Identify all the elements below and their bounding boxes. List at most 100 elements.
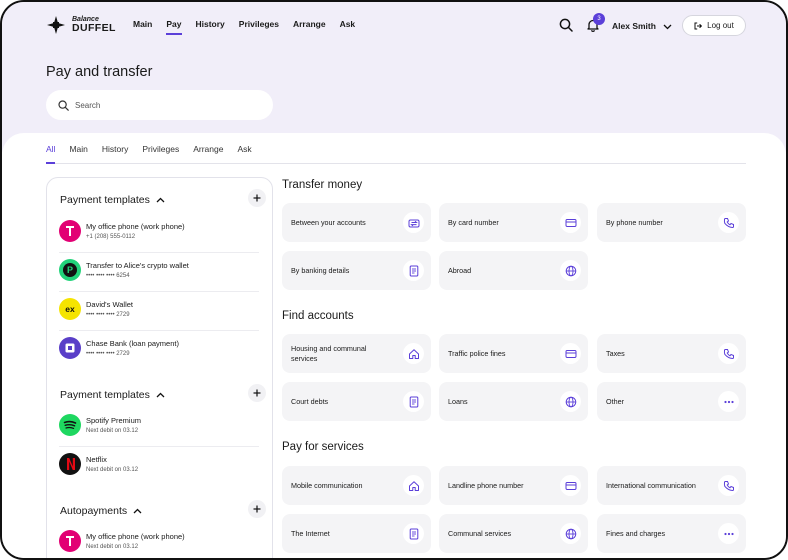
document-icon	[403, 260, 424, 281]
nav-item-ask[interactable]: Ask	[340, 19, 356, 35]
app-window: Balance DUFFEL Main Pay History Privileg…	[0, 0, 788, 560]
netflix-logo	[59, 453, 81, 475]
logout-icon	[694, 22, 703, 29]
service-card[interactable]: Landline phone number	[439, 466, 588, 505]
plus-icon	[253, 389, 261, 397]
spotify-logo	[59, 414, 81, 436]
globe-icon	[560, 391, 581, 412]
service-card[interactable]: By phone number	[597, 203, 746, 242]
nav-item-history[interactable]: History	[196, 19, 225, 35]
more-icon	[718, 391, 739, 412]
home-icon	[403, 343, 424, 364]
card-label: International communication	[606, 480, 696, 490]
nav-item-main[interactable]: Main	[133, 19, 152, 35]
section-header-payment-templates-2[interactable]: Payment templates	[60, 384, 266, 402]
list-item[interactable]: Spotify Premium Next debit on 03.12	[59, 407, 259, 447]
user-menu[interactable]: Alex Smith	[612, 21, 672, 31]
tab-ask[interactable]: Ask	[237, 144, 251, 164]
category-tabs: All Main History Privileges Arrange Ask	[46, 144, 746, 164]
page-title: Pay and transfer	[46, 64, 153, 80]
service-card[interactable]: Mobile communication	[282, 466, 431, 505]
nav-item-pay[interactable]: Pay	[166, 19, 182, 35]
card-label: Abroad	[448, 265, 472, 275]
exchange-logo: ex	[59, 298, 81, 320]
svg-text:P: P	[67, 265, 73, 275]
item-name: My office phone (work phone)	[86, 531, 185, 541]
service-card[interactable]: Court debts	[282, 382, 431, 421]
user-name: Alex Smith	[612, 21, 656, 31]
item-sub: •••• •••• •••• 6254	[86, 273, 130, 280]
service-card[interactable]: Taxes	[597, 334, 746, 373]
card-label: Housing and communal services	[291, 343, 367, 363]
list-item[interactable]: Chase Bank (loan payment) •••• •••• ••••…	[59, 330, 259, 366]
templates-sidebar: Payment templates My office phone (work …	[46, 177, 273, 558]
card-label: By phone number	[606, 217, 663, 227]
card-label: Taxes	[606, 348, 625, 358]
card-label: Court debts	[291, 396, 329, 406]
tab-arrange[interactable]: Arrange	[193, 144, 223, 164]
section-header-autopayments[interactable]: Autopayments	[60, 500, 266, 518]
service-card[interactable]: Other	[597, 382, 746, 421]
item-sub: +1 (208) 555-0112	[86, 234, 136, 241]
service-card[interactable]: Traffic police fines	[439, 334, 588, 373]
phone-icon	[718, 475, 739, 496]
add-template-button[interactable]	[248, 384, 266, 402]
section-title: Payment templates	[60, 194, 150, 206]
item-sub: •••• •••• •••• 2729	[86, 351, 130, 358]
list-item[interactable]: My office phone (work phone) Next debit …	[59, 523, 259, 558]
group-title-transfer-money: Transfer money	[282, 179, 363, 191]
service-card[interactable]: Communal services	[439, 514, 588, 553]
list-item[interactable]: Netflix Next debit on 03.12	[59, 446, 259, 482]
chevron-up-icon[interactable]	[133, 507, 142, 516]
search-field[interactable]	[46, 90, 273, 120]
service-card[interactable]: Between your accounts	[282, 203, 431, 242]
nav-item-privileges[interactable]: Privileges	[239, 19, 279, 35]
chevron-up-icon[interactable]	[156, 196, 165, 205]
notification-badge: 3	[593, 13, 605, 25]
section-title: Autopayments	[60, 505, 128, 517]
tab-main[interactable]: Main	[69, 144, 87, 164]
tab-all[interactable]: All	[46, 144, 56, 164]
service-card[interactable]: The Internet	[282, 514, 431, 553]
crypto-logo: P	[59, 259, 81, 281]
plus-icon	[253, 505, 261, 513]
tab-history[interactable]: History	[102, 144, 128, 164]
svg-text:ex: ex	[65, 304, 75, 314]
service-card[interactable]: By card number	[439, 203, 588, 242]
service-card[interactable]: By banking details	[282, 251, 431, 290]
service-card[interactable]: Fines and charges	[597, 514, 746, 553]
phone-icon	[718, 343, 739, 364]
t-mobile-logo	[59, 220, 81, 242]
search-input[interactable]	[75, 100, 255, 110]
service-card[interactable]: Housing and communal services	[282, 334, 431, 373]
item-name: My office phone (work phone)	[86, 221, 185, 231]
card-icon	[560, 475, 581, 496]
card-icon	[560, 212, 581, 233]
card-label: Traffic police fines	[448, 348, 506, 358]
list-item[interactable]: ex David's Wallet •••• •••• •••• 2729	[59, 291, 259, 331]
group-title-pay-for-services: Pay for services	[282, 441, 364, 453]
list-item[interactable]: My office phone (work phone) +1 (208) 55…	[59, 213, 259, 253]
item-sub: Next debit on 03.12	[86, 544, 139, 551]
chevron-down-icon	[663, 24, 672, 29]
brand-logo[interactable]: Balance DUFFEL	[46, 15, 116, 35]
card-label: Mobile communication	[291, 480, 363, 490]
list-item[interactable]: P Transfer to Alice's crypto wallet ••••…	[59, 252, 259, 292]
item-name: Chase Bank (loan payment)	[86, 338, 179, 348]
plus-icon	[253, 194, 261, 202]
tab-privileges[interactable]: Privileges	[142, 144, 179, 164]
add-template-button[interactable]	[248, 189, 266, 207]
service-card[interactable]: Abroad	[439, 251, 588, 290]
card-label: By card number	[448, 217, 499, 227]
chevron-up-icon[interactable]	[156, 391, 165, 400]
card-label: Communal services	[448, 528, 512, 538]
service-card[interactable]: International communication	[597, 466, 746, 505]
card-label: By banking details	[291, 265, 350, 275]
search-icon[interactable]	[559, 18, 573, 32]
phone-icon	[718, 212, 739, 233]
logout-button[interactable]: Log out	[682, 15, 746, 36]
service-card[interactable]: Loans	[439, 382, 588, 421]
nav-item-arrange[interactable]: Arrange	[293, 19, 326, 35]
add-autopayment-button[interactable]	[248, 500, 266, 518]
section-header-payment-templates[interactable]: Payment templates	[60, 189, 266, 207]
